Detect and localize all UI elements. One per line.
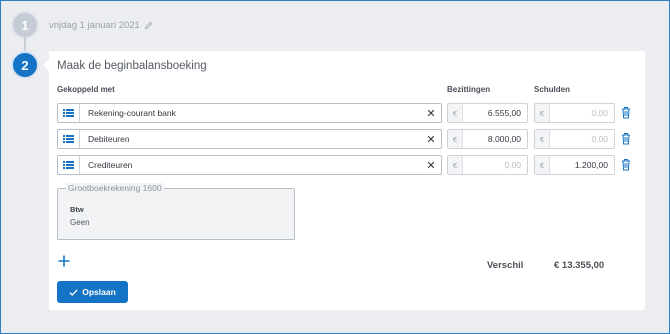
- trash-icon[interactable]: [621, 158, 631, 171]
- debts-value: 0,00: [591, 108, 608, 118]
- assets-input[interactable]: € 8.000,00: [447, 129, 528, 149]
- assets-value: 0,00: [504, 160, 521, 170]
- account-select[interactable]: Rekening-courant bank ✕: [57, 103, 442, 123]
- debts-input[interactable]: € 0,00: [534, 103, 615, 123]
- pencil-icon[interactable]: [144, 21, 153, 30]
- account-name: Crediteuren: [88, 160, 133, 170]
- assets-value: 8.000,00: [487, 134, 521, 144]
- currency-label: €: [535, 130, 550, 148]
- btw-label: Btw: [70, 205, 84, 214]
- column-linked-label: Gekoppeld met: [57, 85, 115, 94]
- difference-value: € 13.355,00: [554, 260, 605, 271]
- account-select[interactable]: Crediteuren ✕: [57, 155, 442, 175]
- ledger-details: Grootboekrekening 1600 Btw Geen: [57, 183, 295, 240]
- currency-label: €: [448, 104, 463, 122]
- currency-label: €: [448, 156, 463, 174]
- step-1-number: 1: [21, 17, 29, 33]
- list-icon[interactable]: [58, 130, 80, 148]
- booking-row: Crediteuren ✕ € 0,00 € 1.200,00: [57, 155, 637, 175]
- opening-balance-card: Maak de beginbalansboeking Gekoppeld met…: [49, 51, 645, 310]
- booking-row: Debiteuren ✕ € 8.000,00 € 0,00: [57, 129, 637, 149]
- currency-label: €: [535, 156, 550, 174]
- debts-input[interactable]: € 0,00: [534, 129, 615, 149]
- trash-icon[interactable]: [621, 132, 631, 145]
- close-icon[interactable]: ✕: [425, 158, 437, 172]
- column-assets-label: Bezittingen: [447, 85, 491, 94]
- step-2-number: 2: [21, 57, 29, 73]
- btw-value: Geen: [70, 218, 90, 227]
- list-icon[interactable]: [58, 104, 80, 122]
- debts-input[interactable]: € 1.200,00: [534, 155, 615, 175]
- assets-input[interactable]: € 0,00: [447, 155, 528, 175]
- app-frame: 1 vrijdag 1 januari 2021 2 Maak de begin…: [0, 0, 670, 334]
- debts-value: 0,00: [591, 134, 608, 144]
- currency-label: €: [448, 130, 463, 148]
- account-select[interactable]: Debiteuren ✕: [57, 129, 442, 149]
- plus-icon[interactable]: [57, 254, 71, 268]
- booking-row: Rekening-courant bank ✕ € 6.555,00 € 0,0…: [57, 103, 637, 123]
- close-icon[interactable]: ✕: [425, 106, 437, 120]
- list-icon[interactable]: [58, 156, 80, 174]
- assets-input[interactable]: € 6.555,00: [447, 103, 528, 123]
- close-icon[interactable]: ✕: [425, 132, 437, 146]
- ledger-legend: Grootboekrekening 1600: [66, 183, 164, 193]
- card-title: Maak de beginbalansboeking: [57, 60, 207, 72]
- account-name: Rekening-courant bank: [88, 108, 176, 118]
- step-1-date: vrijdag 1 januari 2021: [49, 20, 140, 31]
- difference-label: Verschil: [487, 260, 524, 271]
- debts-value: 1.200,00: [574, 160, 608, 170]
- step-1-indicator: 1: [11, 11, 39, 39]
- step-1-summary[interactable]: vrijdag 1 januari 2021: [49, 20, 153, 31]
- check-icon: [69, 288, 78, 296]
- step-2-indicator: 2: [11, 51, 39, 79]
- assets-value: 6.555,00: [487, 108, 521, 118]
- save-button[interactable]: Opslaan: [57, 281, 128, 303]
- save-label: Opslaan: [82, 287, 116, 297]
- trash-icon[interactable]: [621, 106, 631, 119]
- currency-label: €: [535, 104, 550, 122]
- column-debts-label: Schulden: [534, 85, 571, 94]
- account-name: Debiteuren: [88, 134, 130, 144]
